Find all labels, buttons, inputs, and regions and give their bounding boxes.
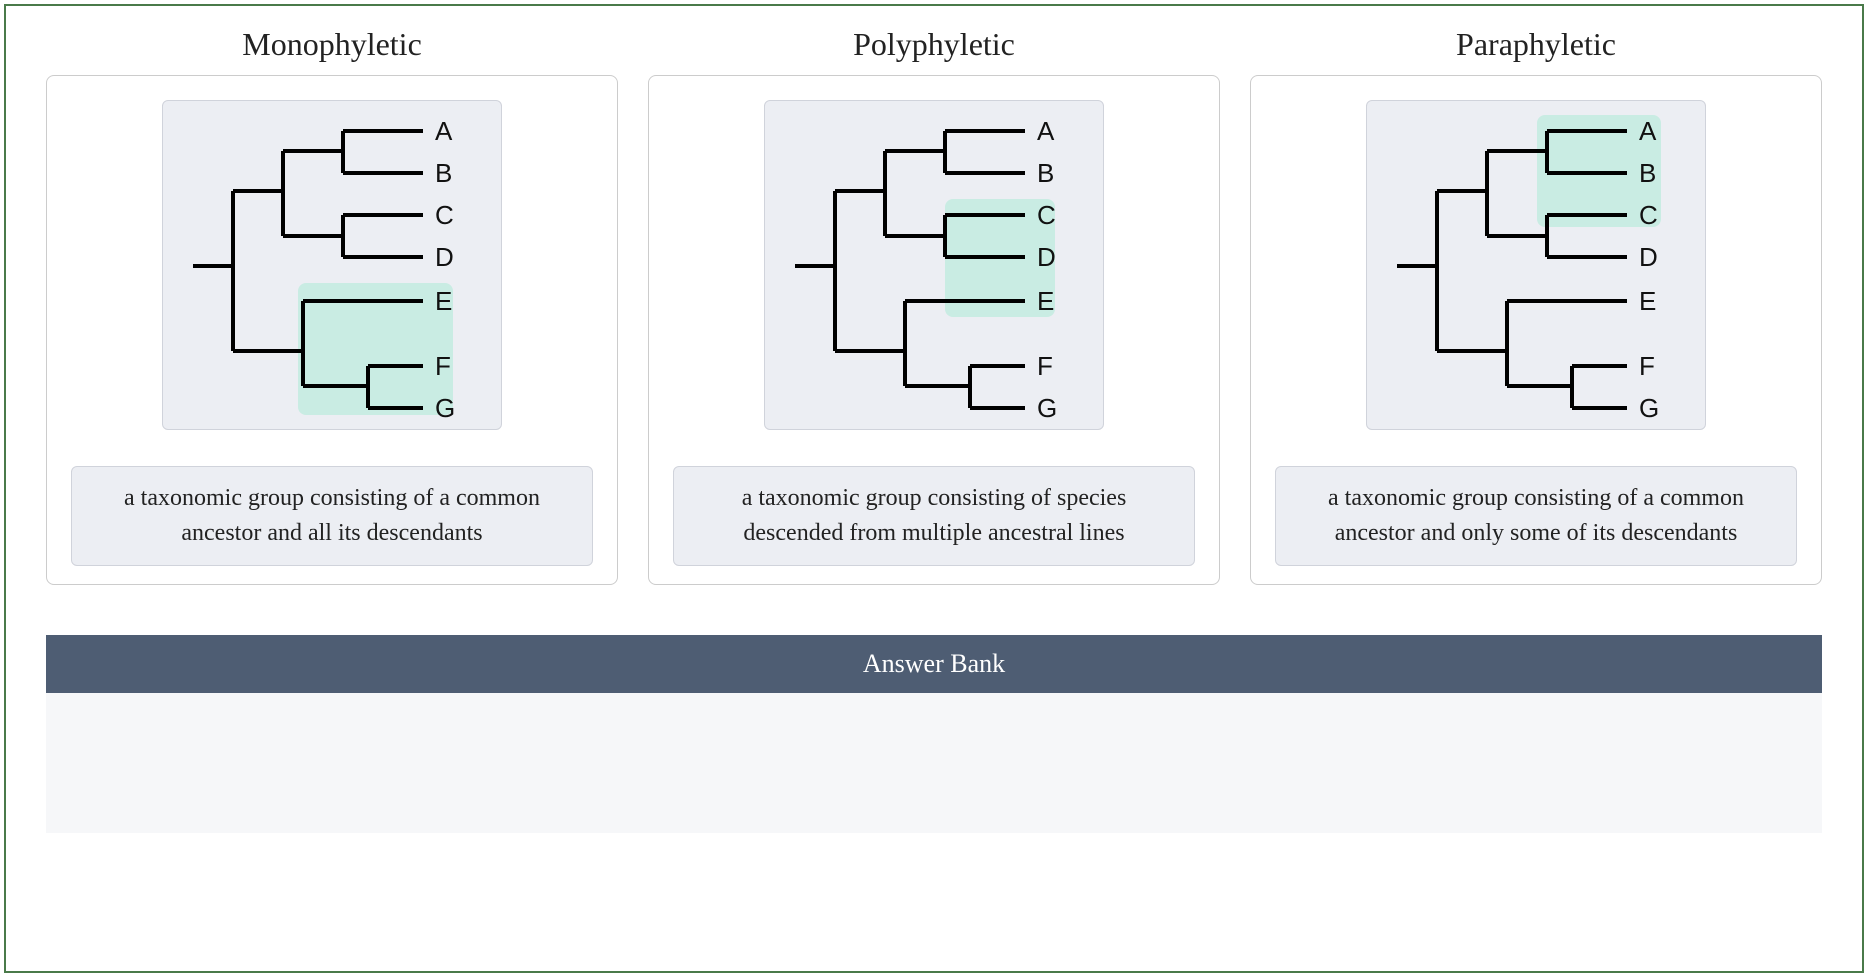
answer-bank-body[interactable]: [46, 693, 1822, 833]
taxon-label: F: [1037, 351, 1053, 381]
taxon-label: D: [1639, 242, 1658, 272]
taxon-label: G: [435, 393, 455, 421]
tree-diagram[interactable]: A B C D E F G: [162, 100, 502, 430]
taxon-label: B: [1037, 158, 1054, 188]
taxon-label: B: [435, 158, 452, 188]
cladogram-svg: A B C D E F G: [1377, 111, 1693, 421]
answer-bank-header: Answer Bank: [46, 635, 1822, 693]
taxon-label: E: [435, 286, 452, 316]
card-column-paraphyletic: Paraphyletic: [1250, 26, 1822, 585]
description-box[interactable]: a taxonomic group consisting of species …: [673, 466, 1195, 566]
taxon-label: C: [1037, 200, 1056, 230]
tree-lines: [1397, 131, 1627, 408]
card-column-monophyletic: Monophyletic: [46, 26, 618, 585]
card[interactable]: A B C D E F G a taxonomic group consisti…: [46, 75, 618, 585]
taxon-label: C: [435, 200, 454, 230]
cards-row: Monophyletic: [46, 26, 1822, 585]
taxon-label: F: [435, 351, 451, 381]
card-title: Paraphyletic: [1456, 26, 1616, 63]
card-title: Monophyletic: [242, 26, 422, 63]
taxon-label: A: [1037, 116, 1055, 146]
taxon-label: A: [1639, 116, 1657, 146]
description-box[interactable]: a taxonomic group consisting of a common…: [71, 466, 593, 566]
description-box[interactable]: a taxonomic group consisting of a common…: [1275, 466, 1797, 566]
taxon-label: G: [1037, 393, 1057, 421]
cladogram-svg: A B C D E F G: [173, 111, 489, 421]
taxon-label: F: [1639, 351, 1655, 381]
card-column-polyphyletic: Polyphyletic: [648, 26, 1220, 585]
taxon-label: A: [435, 116, 453, 146]
taxon-label: B: [1639, 158, 1656, 188]
taxon-label: E: [1037, 286, 1054, 316]
card[interactable]: A B C D E F G a taxonomic group consisti…: [648, 75, 1220, 585]
cladogram-svg: A B C D E F G: [775, 111, 1091, 421]
taxon-label: D: [1037, 242, 1056, 272]
answer-bank: Answer Bank: [46, 635, 1822, 833]
card[interactable]: A B C D E F G a taxonomic group consisti…: [1250, 75, 1822, 585]
taxon-label: D: [435, 242, 454, 272]
taxon-label: G: [1639, 393, 1659, 421]
tree-diagram[interactable]: A B C D E F G: [764, 100, 1104, 430]
card-title: Polyphyletic: [853, 26, 1015, 63]
tree-diagram[interactable]: A B C D E F G: [1366, 100, 1706, 430]
taxon-label: C: [1639, 200, 1658, 230]
exercise-frame: Monophyletic: [4, 4, 1864, 973]
taxon-label: E: [1639, 286, 1656, 316]
